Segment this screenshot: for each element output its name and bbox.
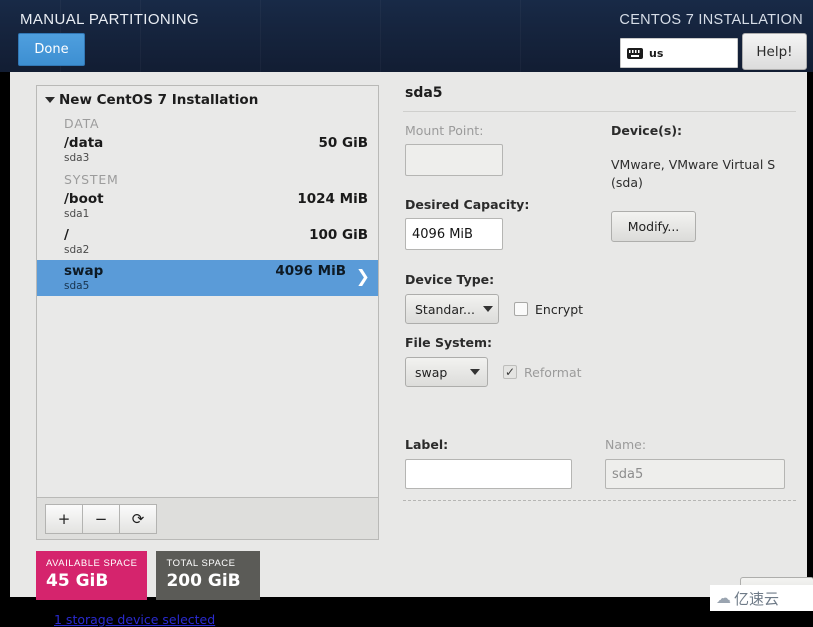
list-item-selected[interactable]: swap 4096 MiB sda5 ❯ <box>37 260 378 296</box>
watermark: ☁ 亿速云 <box>710 585 813 611</box>
keyboard-layout-label: us <box>649 46 664 60</box>
partition-device: sda2 <box>64 244 90 256</box>
left-panel: New CentOS 7 Installation DATA /data 50 … <box>36 85 381 627</box>
label-group: Label: <box>405 437 572 489</box>
done-button-label: Done <box>34 42 69 57</box>
label-input[interactable] <box>405 459 572 489</box>
name-field-label: Name: <box>605 437 647 452</box>
product-label: CENTOS 7 INSTALLATION <box>619 12 803 28</box>
header-streak <box>260 0 261 72</box>
keyboard-layout-indicator[interactable]: us <box>620 38 738 68</box>
available-space-box: AVAILABLE SPACE 45 GiB <box>36 551 148 600</box>
partition-device: sda1 <box>64 208 90 220</box>
name-input[interactable] <box>605 459 785 489</box>
partition-mount-point: /data <box>64 135 104 151</box>
devices-label: Device(s): <box>611 123 683 138</box>
partition-size: 1024 MiB <box>297 191 368 207</box>
partition-size: 100 GiB <box>309 227 368 243</box>
partition-tree-root-label: New CentOS 7 Installation <box>59 92 259 108</box>
partition-list[interactable]: New CentOS 7 Installation DATA /data 50 … <box>36 85 379 498</box>
total-space-value: 200 GiB <box>166 571 241 591</box>
partition-device: sda5 <box>64 280 90 292</box>
space-summary: AVAILABLE SPACE 45 GiB TOTAL SPACE 200 G… <box>36 551 261 600</box>
reformat-checkbox[interactable]: ✓ Reformat <box>503 365 582 380</box>
main-content: New CentOS 7 Installation DATA /data 50 … <box>10 72 813 627</box>
file-system-group: File System: swap ✓ Reformat <box>405 335 582 387</box>
help-button-label: Help! <box>756 43 793 60</box>
available-space-value: 45 GiB <box>46 571 109 591</box>
installer-window: MANUAL PARTITIONING CENTOS 7 INSTALLATIO… <box>0 0 813 627</box>
detail-title: sda5 <box>405 85 443 101</box>
checkbox-box: ✓ <box>503 365 517 379</box>
partition-size: 50 GiB <box>318 135 369 151</box>
cloud-icon: ☁ <box>716 588 731 607</box>
partition-toolbar: + − ⟳ <box>36 498 379 540</box>
total-space-box: TOTAL SPACE 200 GiB <box>156 551 261 600</box>
list-item[interactable]: /data 50 GiB sda3 <box>37 132 378 168</box>
refresh-icon: ⟳ <box>131 509 145 528</box>
name-group: Name: <box>605 437 785 489</box>
header-streak <box>380 0 381 72</box>
partition-group-header: SYSTEM <box>64 172 119 187</box>
done-button[interactable]: Done <box>18 33 85 66</box>
file-system-value: swap <box>415 364 448 380</box>
partition-mount-point: / <box>64 227 69 243</box>
header-streak <box>520 0 521 72</box>
list-item[interactable]: / 100 GiB sda2 <box>37 224 378 260</box>
total-space-caption: TOTAL SPACE <box>166 558 236 569</box>
window-header: MANUAL PARTITIONING CENTOS 7 INSTALLATIO… <box>0 0 813 72</box>
modify-button-label: Modify... <box>627 219 680 235</box>
desired-capacity-label: Desired Capacity: <box>405 197 530 212</box>
add-partition-button[interactable]: + <box>45 503 83 534</box>
device-type-group: Device Type: Standar... Encrypt <box>405 272 583 324</box>
encrypt-checkbox[interactable]: Encrypt <box>514 302 583 317</box>
encrypt-label: Encrypt <box>535 301 584 317</box>
chevron-right-icon: ❯ <box>355 267 370 287</box>
storage-device-link[interactable]: 1 storage device selected <box>54 612 215 627</box>
partition-mount-point: swap <box>64 263 104 279</box>
help-button[interactable]: Help! <box>742 33 807 70</box>
section-divider <box>403 500 796 501</box>
device-type-label: Device Type: <box>405 272 495 287</box>
modify-button[interactable]: Modify... <box>611 211 696 243</box>
refresh-partitions-button[interactable]: ⟳ <box>119 503 157 534</box>
minus-icon: − <box>94 509 108 528</box>
available-space-caption: AVAILABLE SPACE <box>46 558 138 569</box>
partition-size: 4096 MiB <box>275 263 346 279</box>
devices-group: Device(s): VMware, VMware Virtual S (sda… <box>611 123 791 243</box>
watermark-text: 亿速云 <box>734 589 780 608</box>
desired-capacity-input[interactable] <box>405 218 503 250</box>
label-field-label: Label: <box>405 437 449 452</box>
keyboard-icon <box>627 47 643 59</box>
partition-mount-point: /boot <box>64 191 104 207</box>
file-system-select[interactable]: swap <box>405 357 488 387</box>
partition-group-header: DATA <box>64 116 100 131</box>
checkbox-box <box>514 302 528 316</box>
desired-capacity-group: Desired Capacity: <box>405 197 529 250</box>
checkmark-icon: ✓ <box>504 365 516 379</box>
remove-partition-button[interactable]: − <box>82 503 120 534</box>
chevron-down-icon <box>482 306 493 312</box>
partition-device: sda3 <box>64 152 90 164</box>
device-type-value: Standar... <box>415 301 475 317</box>
chevron-down-icon <box>470 369 480 375</box>
file-system-label: File System: <box>405 335 493 350</box>
plus-icon: + <box>57 509 71 528</box>
devices-value: VMware, VMware Virtual S (sda) <box>611 157 776 191</box>
mount-point-label: Mount Point: <box>405 123 484 138</box>
device-type-select[interactable]: Standar... <box>405 294 499 324</box>
mount-point-input[interactable] <box>405 144 503 176</box>
chevron-down-icon <box>45 97 55 103</box>
partition-tree-root[interactable]: New CentOS 7 Installation <box>37 86 378 112</box>
right-panel: sda5 Mount Point: Desired Capacity: Devi… <box>403 85 813 607</box>
detail-divider <box>403 111 796 112</box>
reformat-label: Reformat <box>524 364 582 380</box>
list-item[interactable]: /boot 1024 MiB sda1 <box>37 188 378 224</box>
mount-point-group: Mount Point: <box>405 123 503 176</box>
page-title: MANUAL PARTITIONING <box>20 11 200 28</box>
